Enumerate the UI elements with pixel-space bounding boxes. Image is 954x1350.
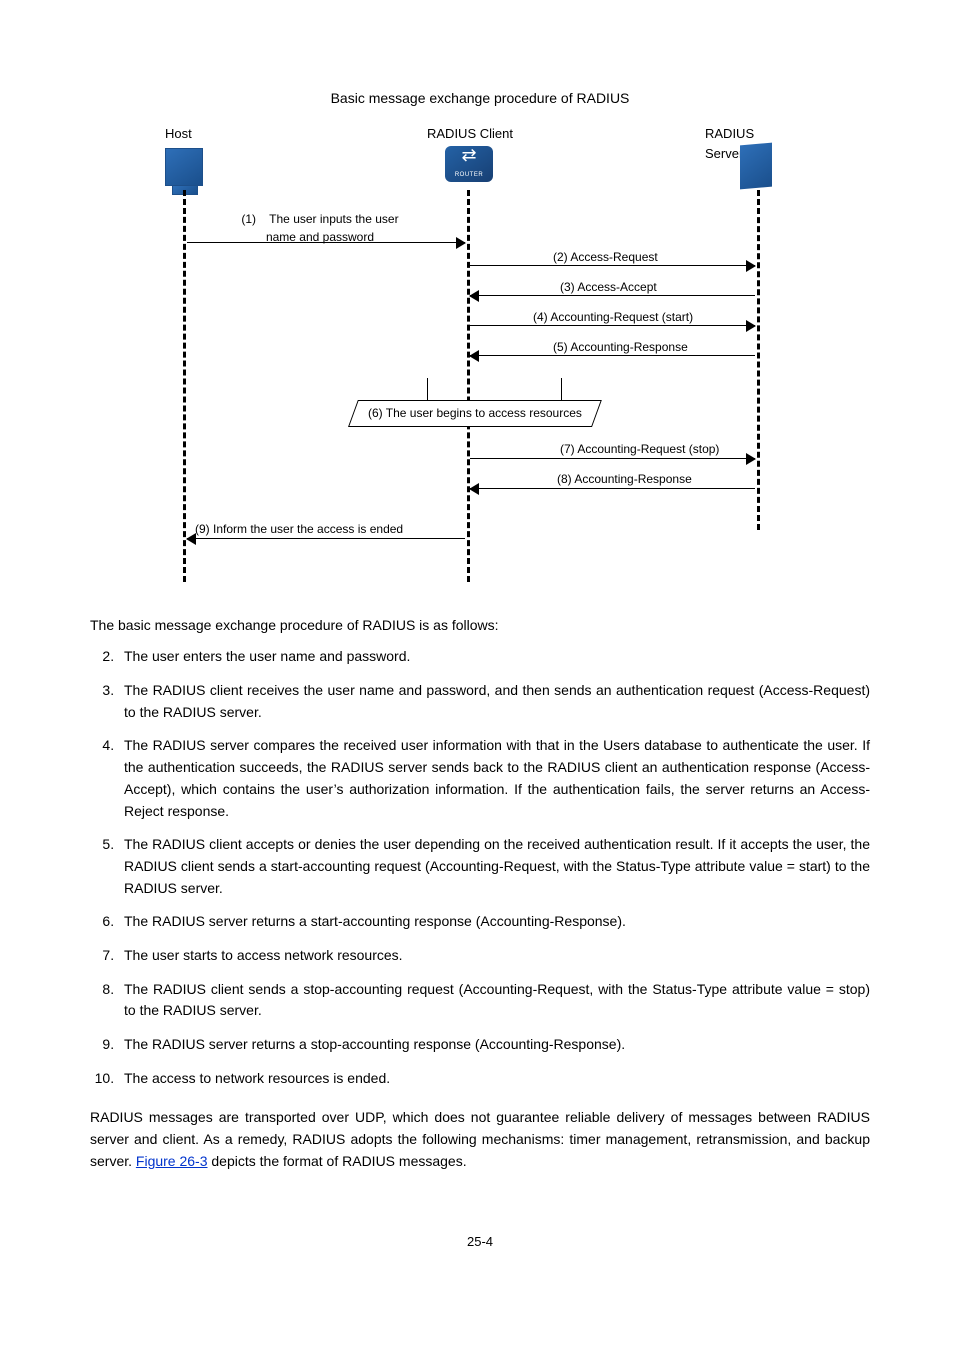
msg-1-arrow (187, 242, 465, 244)
msg-9-label: (9) Inform the user the access is ended (195, 520, 403, 539)
step-3: The RADIUS client receives the user name… (118, 680, 870, 723)
page-number: 25-4 (90, 1232, 870, 1252)
msg-6-box: (6) The user begins to access resources (348, 400, 602, 427)
msg-3-arrow (470, 295, 755, 297)
lifeline-client (467, 190, 470, 582)
step-4: The RADIUS server compares the received … (118, 735, 870, 822)
client-label: RADIUS Client (427, 124, 513, 144)
msg-2-arrow (470, 265, 755, 267)
msg-9-arrow (187, 538, 465, 540)
msg-8-arrow (470, 488, 755, 490)
msg-8-label: (8) Accounting-Response (557, 470, 692, 489)
host-icon (165, 148, 203, 186)
msg-2-label: (2) Access-Request (553, 248, 658, 267)
msg-4-arrow (470, 325, 755, 327)
msg-7-arrow (470, 458, 755, 460)
page: Basic message exchange procedure of RADI… (0, 0, 954, 1293)
step-2: The user enters the user name and passwo… (118, 646, 870, 668)
msg-6-label: (6) The user begins to access resources (368, 404, 582, 423)
content-body: The basic message exchange procedure of … (90, 615, 870, 1173)
step-5: The RADIUS client accepts or denies the … (118, 834, 870, 899)
step-9: The RADIUS server returns a stop-account… (118, 1034, 870, 1056)
msg-5-label: (5) Accounting-Response (553, 338, 688, 357)
msg-4-label: (4) Accounting-Request (start) (533, 308, 693, 327)
figure-caption: Basic message exchange procedure of RADI… (90, 88, 870, 110)
step-10: The access to network resources is ended… (118, 1068, 870, 1090)
msg-5-arrow (470, 355, 755, 357)
msg-6-connector-left (427, 378, 428, 400)
msg-6-connector-right (561, 378, 562, 400)
server-icon (740, 142, 772, 189)
closing-after: depicts the format of RADIUS messages. (211, 1153, 466, 1169)
msg-3-label: (3) Access-Accept (560, 278, 657, 297)
msg-7-label: (7) Accounting-Request (stop) (560, 440, 719, 459)
host-label: Host (165, 124, 192, 144)
step-6: The RADIUS server returns a start-accoun… (118, 911, 870, 933)
radius-sequence-diagram: Host RADIUS Client RADIUS Server (1) The… (165, 120, 795, 590)
step-8: The RADIUS client sends a stop-accountin… (118, 979, 870, 1022)
step-7: The user starts to access network resour… (118, 945, 870, 967)
figure-reference-link[interactable]: Figure 26-3 (136, 1153, 208, 1169)
intro-line: The basic message exchange procedure of … (90, 615, 870, 637)
lifeline-server (757, 190, 760, 530)
router-icon (445, 146, 493, 182)
closing-paragraph: RADIUS messages are transported over UDP… (90, 1107, 870, 1172)
lifeline-host (183, 190, 186, 582)
procedure-list: The user enters the user name and passwo… (90, 646, 870, 1089)
